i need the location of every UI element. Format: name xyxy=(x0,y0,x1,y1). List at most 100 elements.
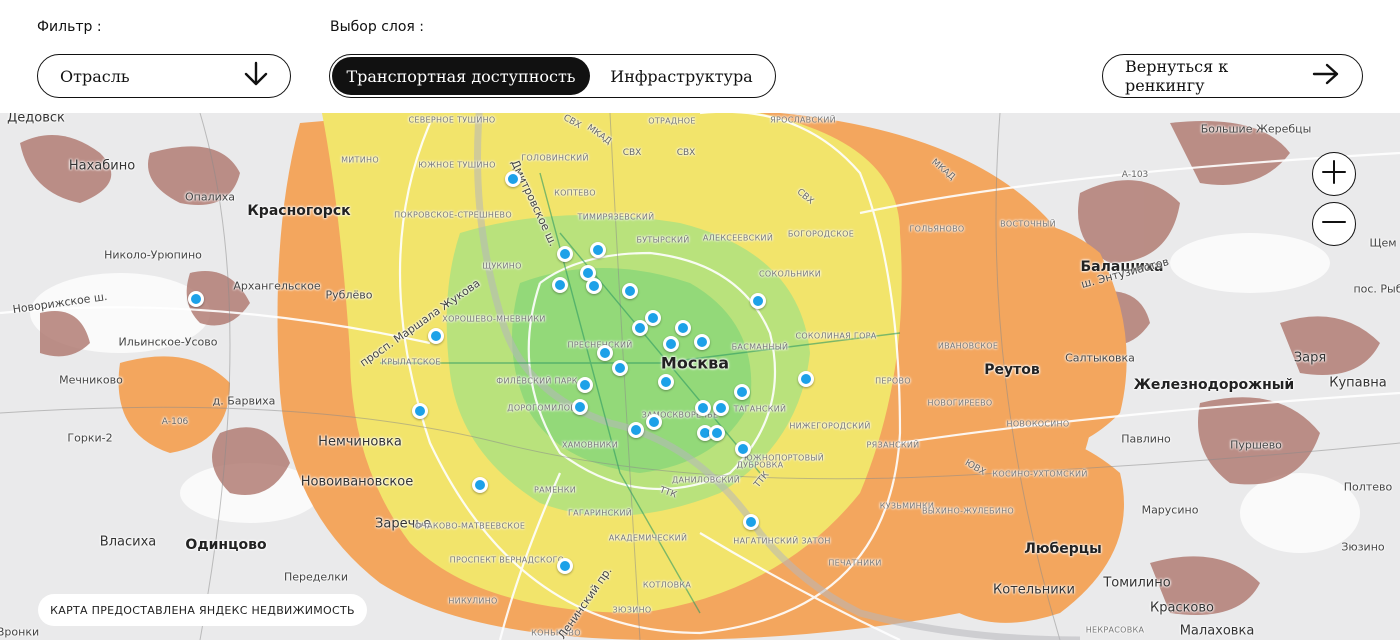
location-marker[interactable] xyxy=(412,403,428,419)
top-controls-bar: Фильтр : Выбор слоя : Отрасль Транспортн… xyxy=(0,0,1400,113)
location-marker[interactable] xyxy=(735,441,751,457)
location-marker[interactable] xyxy=(577,377,593,393)
town-label-mechnikovo: Мечниково xyxy=(59,373,123,387)
district-label-mitino: МИТИНО xyxy=(341,155,379,165)
location-marker[interactable] xyxy=(632,320,648,336)
filter-caption: Фильтр : xyxy=(37,19,102,35)
location-marker[interactable] xyxy=(597,345,613,361)
district-label-ivanovskoe: ИВАНОВСКОЕ xyxy=(937,341,999,351)
district-label-basmanny: БАСМАННЫЙ xyxy=(731,342,789,352)
location-marker[interactable] xyxy=(622,283,638,299)
town-label-shchem: Щем xyxy=(1369,236,1397,250)
location-marker[interactable] xyxy=(557,558,573,574)
location-marker[interactable] xyxy=(750,293,766,309)
town-label-gorki-2: Горки-2 xyxy=(67,431,113,445)
city-label-kraskovo: Красково xyxy=(1149,600,1215,616)
location-marker[interactable] xyxy=(743,514,759,530)
layer-caption: Выбор слоя : xyxy=(330,19,424,35)
district-label-ochakovo: ОЧАКОВО-МАТВЕЕВСКОЕ xyxy=(414,521,526,531)
industry-filter-dropdown[interactable]: Отрасль xyxy=(37,54,291,98)
layer-option-infrastructure[interactable]: Инфраструктура xyxy=(590,57,773,95)
town-label-bolshie-zherebtsy: Большие Жеребцы xyxy=(1200,122,1312,136)
district-label-ramenki: РАМЕНКИ xyxy=(533,485,577,495)
location-marker[interactable] xyxy=(428,328,444,344)
city-label-malakhovka: Малаховка xyxy=(1179,623,1255,639)
district-label-akademichesky: АКАДЕМИЧЕСКИЙ xyxy=(608,533,688,543)
location-marker[interactable] xyxy=(612,360,628,376)
location-marker[interactable] xyxy=(646,414,662,430)
location-marker[interactable] xyxy=(586,278,602,294)
location-marker[interactable] xyxy=(658,374,674,390)
location-marker[interactable] xyxy=(557,246,573,262)
district-label-perovo: ПЕРОВО xyxy=(875,376,911,386)
town-label-nikolo-uryupino: Николо-Урюпино xyxy=(104,248,202,262)
town-label-saltykovka: Салтыковка xyxy=(1065,351,1135,365)
town-label-d-barvikha: д. Барвиха xyxy=(212,394,276,408)
zoom-out-button[interactable] xyxy=(1312,202,1356,246)
location-marker[interactable] xyxy=(572,399,588,415)
city-label-nakhabino: Нахабино xyxy=(68,158,136,174)
layer-switch: Транспортная доступность Инфраструктура xyxy=(329,54,776,98)
town-label-marusino: Марусино xyxy=(1141,503,1199,517)
location-marker[interactable] xyxy=(694,334,710,350)
district-label-yuzhnoe-tushino: ЮЖНОЕ ТУШИНО xyxy=(418,160,496,170)
town-label-zyuzino: Зюзино xyxy=(1341,540,1385,554)
district-label-nekrasovka: НЕКРАСОВКА xyxy=(1085,625,1145,635)
location-marker[interactable] xyxy=(505,171,521,187)
location-marker[interactable] xyxy=(663,336,679,352)
town-label-pavlino: Павлино xyxy=(1121,432,1171,446)
back-to-ranking-button[interactable]: Вернуться к ренкингу xyxy=(1102,54,1363,98)
district-label-golovinsky: ГОЛОВИНСКИЙ xyxy=(521,153,589,163)
district-label-filevsky-park: ФИЛЁВСКИЙ ПАРК xyxy=(496,376,578,386)
city-label-tomilino: Томилино xyxy=(1103,575,1171,591)
district-label-golyanovo: ГОЛЬЯНОВО xyxy=(909,224,965,234)
location-marker[interactable] xyxy=(675,320,691,336)
location-marker[interactable] xyxy=(734,384,750,400)
location-marker[interactable] xyxy=(628,422,644,438)
district-label-vostochny: ВОСТОЧНЫЙ xyxy=(1000,219,1056,229)
district-label-novokosino: НОВОКОСИНО xyxy=(1006,419,1070,429)
district-label-pechatniki: ПЕЧАТНИКИ xyxy=(828,558,882,568)
district-label-khamovniki: ХАМОВНИКИ xyxy=(561,440,619,450)
location-marker[interactable] xyxy=(188,291,204,307)
location-marker[interactable] xyxy=(645,310,661,326)
arrow-right-icon xyxy=(1312,63,1340,89)
layer-option-transport[interactable]: Транспортная доступность xyxy=(332,57,590,95)
town-label-opalikha: Опалиха xyxy=(184,190,236,204)
town-label-purshevo: Пуршево xyxy=(1230,438,1282,452)
district-label-severnoe-tushino: СЕВЕРНОЕ ТУШИНО xyxy=(408,115,496,125)
transport-accessibility-map[interactable]: Москва Красногорск Балашиха Реутов Желез… xyxy=(0,113,1400,640)
city-label-moscow: Москва xyxy=(660,353,730,373)
district-label-prospekt-vernadskogo: ПРОСПЕКТ ВЕРНАДСКОГО xyxy=(449,555,565,565)
location-marker[interactable] xyxy=(798,371,814,387)
district-label-khoroshevo-mnevniki: ХОРОШЕВО-МНЕВНИКИ xyxy=(442,314,546,324)
district-label-sokolinaya-gora: СОКОЛИНАЯ ГОРА xyxy=(795,331,877,341)
road-label-svkh-3: СВХ xyxy=(676,148,696,158)
zoom-in-button[interactable] xyxy=(1312,152,1356,196)
district-label-ryazansky: РЯЗАНСКИЙ xyxy=(866,440,920,450)
location-marker[interactable] xyxy=(552,277,568,293)
location-marker[interactable] xyxy=(472,477,488,493)
city-label-zheleznodorozhny: Железнодорожный xyxy=(1133,377,1295,393)
district-label-bogorodskoe: БОГОРОДСКОЕ xyxy=(787,229,855,239)
road-label-a103: А-103 xyxy=(1121,170,1149,180)
district-label-koptevo: КОПТЕВО xyxy=(554,188,596,198)
city-label-reutov: Реутов xyxy=(984,362,1040,378)
location-marker[interactable] xyxy=(590,242,606,258)
district-label-alekseevsky: АЛЕКСЕЕВСКИЙ xyxy=(702,233,774,243)
district-label-tagansky: ТАГАНСКИЙ xyxy=(733,404,787,414)
district-label-nizhegorodsky: НИЖЕГОРОДСКИЙ xyxy=(789,421,871,431)
district-label-kosino: КОСИНО-УХТОМСКИЙ xyxy=(992,469,1088,479)
town-label-arkhangelskoe: Архангельское xyxy=(233,279,321,293)
city-label-krasnogorsk: Красногорск xyxy=(247,203,351,219)
district-label-krylatskoe: КРЫЛАТСКОЕ xyxy=(381,357,441,367)
minus-icon xyxy=(1321,209,1347,239)
location-marker[interactable] xyxy=(695,400,711,416)
location-marker[interactable] xyxy=(713,400,729,416)
city-label-kotelniki: Котельники xyxy=(993,582,1075,598)
district-label-butyrsky: БУТЫРСКИЙ xyxy=(636,235,690,245)
town-label-ilinskoe-usovo: Ильинское-Усово xyxy=(118,335,218,349)
town-label-poltevo: Полтево xyxy=(1343,480,1393,494)
filter-selected-value: Отрасль xyxy=(60,66,130,86)
location-marker[interactable] xyxy=(709,425,725,441)
